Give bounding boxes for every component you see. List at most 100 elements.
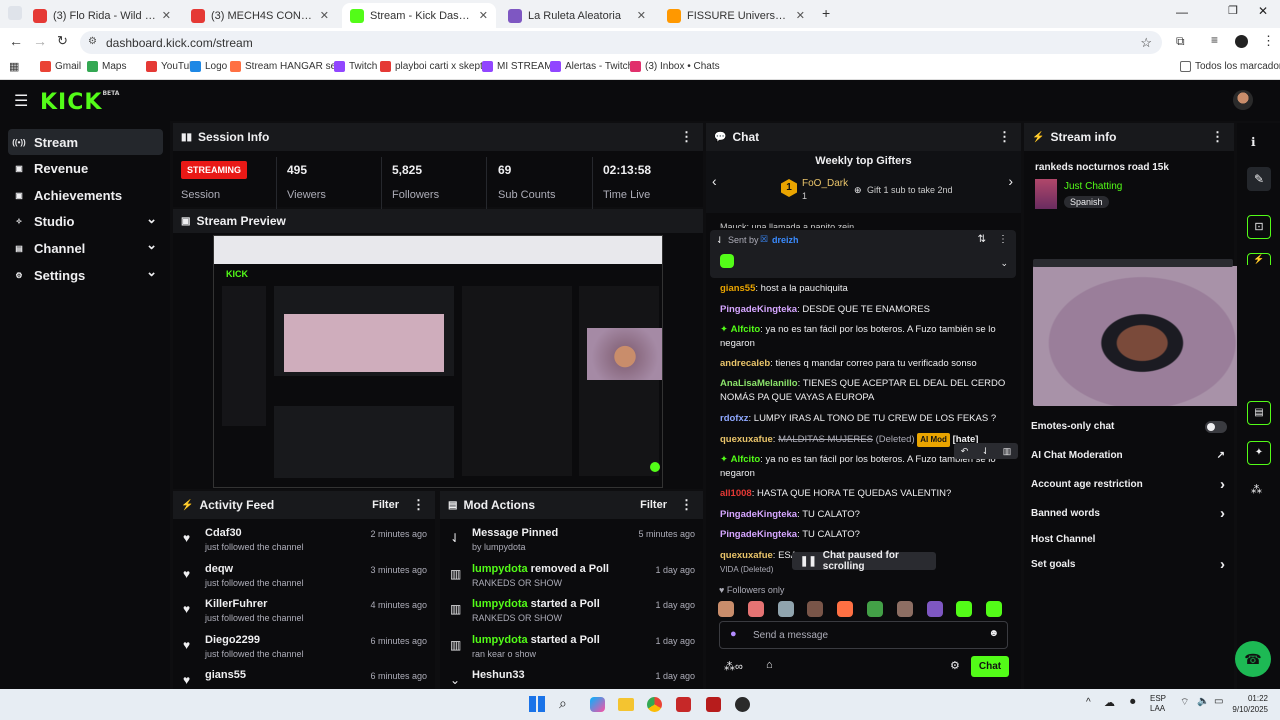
more-options-icon[interactable]: ⋮ [680, 497, 693, 513]
unpin-icon[interactable]: ⇅ [978, 234, 986, 245]
integrations-icon[interactable]: ⁂ [1251, 483, 1262, 496]
bookmark-item[interactable]: Maps [87, 61, 126, 72]
setting-host-channel[interactable]: Host Channel [1031, 534, 1227, 552]
chat-username[interactable]: Alfcito [731, 454, 761, 465]
alert-icon[interactable]: ⚡ [1247, 253, 1271, 265]
new-tab-icon[interactable]: + [822, 5, 830, 21]
chat-username[interactable]: PingadeKingteka [720, 529, 797, 540]
webcam-overlay[interactable] [1033, 266, 1243, 406]
sidebar-item-stream[interactable]: ((•)) Stream [8, 129, 163, 155]
chat-username[interactable]: all1008 [720, 488, 752, 499]
file-explorer-icon[interactable] [618, 698, 634, 711]
sidebar-item-settings[interactable]: ⚙ Settings ⌄ [8, 262, 163, 288]
browser-menu-icon[interactable]: ⋮ [1262, 33, 1275, 49]
mod-action-item[interactable]: ▥ lumpydota removed a Poll RANKEDS OR SHOW… [440, 563, 703, 599]
activity-item[interactable]: ♥ KillerFuhrer just followed the channel 4 … [173, 598, 435, 634]
bookmark-item[interactable]: Gmail [40, 61, 81, 72]
activity-user[interactable]: deqw [205, 563, 233, 575]
info-icon[interactable]: ℹ [1251, 135, 1256, 149]
profile-avatar[interactable] [1235, 35, 1248, 48]
tab-list-icon[interactable] [8, 6, 22, 20]
next-gifter-icon[interactable]: › [1008, 173, 1013, 189]
search-icon[interactable]: ⌕ [559, 695, 567, 712]
close-tab-icon[interactable]: ✕ [796, 9, 805, 22]
chat-message[interactable]: all1008: HASTA QUE HORA TE QUEDAS VALENT… [720, 487, 1010, 501]
bookmark-item[interactable]: Twitch [334, 61, 377, 72]
user-avatar[interactable] [1233, 90, 1253, 110]
chat-message[interactable]: PingadeKingteka: DESDE QUE TE ENAMORES [720, 303, 1010, 317]
minimize-icon[interactable]: — [1176, 5, 1188, 19]
media-icon[interactable]: ≡ [1211, 33, 1218, 47]
chat-username[interactable]: quexuxafue [720, 434, 773, 445]
pinned-more-icon[interactable]: ⋮ [998, 234, 1008, 245]
top-gifter-name[interactable]: FoO_Dark [802, 178, 848, 189]
restore-icon[interactable]: ❐ [1228, 4, 1238, 17]
battery-icon[interactable]: ▭ [1214, 696, 1223, 707]
menu-icon[interactable]: ☰ [14, 91, 28, 111]
bookmark-star-icon[interactable]: ☆ [1140, 35, 1152, 51]
edit-icon[interactable]: ✎ [1247, 167, 1271, 191]
mod-action-user[interactable]: lumpydota [472, 563, 528, 575]
chat-username[interactable]: gians55 [720, 283, 755, 294]
emote-icon[interactable] [747, 601, 764, 617]
store-icon[interactable]: ⌂ [766, 659, 773, 671]
sidebar-item-studio[interactable]: ✧ Studio ⌄ [8, 209, 163, 235]
activity-filter-button[interactable]: Filter [372, 499, 399, 511]
bookmark-item[interactable]: Alertas - Twitch [550, 61, 633, 72]
bookmark-item[interactable]: playboi carti x skept... [380, 61, 491, 72]
activity-user[interactable]: Cdaf30 [205, 527, 242, 539]
app-icon[interactable] [706, 697, 721, 712]
toggle-switch[interactable] [1205, 421, 1227, 433]
reload-icon[interactable]: ↻ [57, 33, 68, 49]
chat-message[interactable]: AnaLisaMelanillo: TIENES QUE ACEPTAR EL … [720, 377, 1010, 405]
chat-send-button[interactable]: Chat [971, 656, 1009, 677]
chat-username[interactable]: quexuxafue [720, 550, 773, 561]
chat-username[interactable]: PingadeKingteka [720, 509, 797, 520]
app-icon[interactable] [676, 697, 691, 712]
category-name[interactable]: Just Chatting [1064, 181, 1122, 192]
setting-set-goals[interactable]: Set goals › [1031, 556, 1227, 577]
back-icon[interactable]: ← [9, 33, 23, 49]
browser-tab[interactable]: La Ruleta Aleatoria ✕ [500, 3, 654, 28]
apps-icon[interactable]: ▦ [9, 60, 19, 73]
chrome-icon[interactable] [647, 697, 662, 712]
chat-message[interactable]: ✦ Alfcito: ya no es tan fácil por los bo… [720, 323, 1010, 351]
chevron-down-icon[interactable]: ⌄ [146, 237, 157, 253]
emote-icon[interactable] [777, 601, 794, 617]
reply-icon[interactable]: ↶ [961, 446, 969, 457]
setting-emotes-only-chat[interactable]: Emotes-only chat [1031, 421, 1227, 439]
more-options-icon[interactable]: ⋮ [680, 129, 693, 145]
browser-tab[interactable]: FISSURE Universe: Episode 7 - | ✕ [659, 3, 813, 28]
emote-icon[interactable] [837, 601, 854, 617]
mic-icon[interactable]: ● [730, 628, 737, 640]
activity-user[interactable]: KillerFuhrer [205, 598, 267, 610]
pin-message-icon[interactable]: ⇃ [982, 446, 990, 457]
wrench-icon[interactable]: ✦ [1247, 441, 1271, 465]
close-tab-icon[interactable]: ✕ [320, 9, 329, 22]
bookmark-item[interactable]: Logo [190, 61, 227, 72]
chat-message[interactable]: gians55: host a la pauchiquita [720, 282, 1010, 296]
expand-pinned-icon[interactable]: ⌄ [1000, 258, 1008, 269]
more-options-icon[interactable]: ⋮ [998, 129, 1011, 145]
obs-icon[interactable] [735, 697, 750, 712]
all-bookmarks[interactable]: Todos los marcadores [1180, 61, 1280, 72]
bookmark-item[interactable]: MI STREAM [482, 61, 553, 72]
chat-users-icon[interactable]: ⁂∞ [724, 660, 743, 673]
delete-icon[interactable]: ▥ [1003, 446, 1012, 457]
prev-gifter-icon[interactable]: ‹ [712, 173, 717, 189]
site-info-icon[interactable]: ⚙ [88, 36, 97, 47]
chat-message[interactable]: andrecaleb: tienes q mandar correo para … [720, 357, 1010, 371]
category-thumbnail[interactable] [1035, 179, 1057, 209]
browser-tab[interactable]: (3) Flo Rida - Wild Ones ft. Sia | ✕ [25, 3, 179, 28]
more-options-icon[interactable]: ⋮ [1211, 129, 1224, 145]
support-button[interactable]: ☎ [1235, 641, 1271, 677]
chevron-down-icon[interactable]: ⌄ [146, 264, 157, 280]
emote-icon[interactable] [956, 601, 973, 617]
activity-user[interactable]: gians55 [205, 669, 246, 681]
mic-tray-icon[interactable]: ⏺ [1130, 696, 1136, 709]
browser-tab[interactable]: Stream - Kick Dashboard ✕ [342, 3, 496, 28]
emote-icon[interactable] [986, 601, 1003, 617]
activity-item[interactable]: ♥ deqw just followed the channel 3 minutes … [173, 563, 435, 599]
kick-logo[interactable]: KICKBETA [40, 90, 119, 115]
activity-user[interactable]: Diego2299 [205, 634, 260, 646]
